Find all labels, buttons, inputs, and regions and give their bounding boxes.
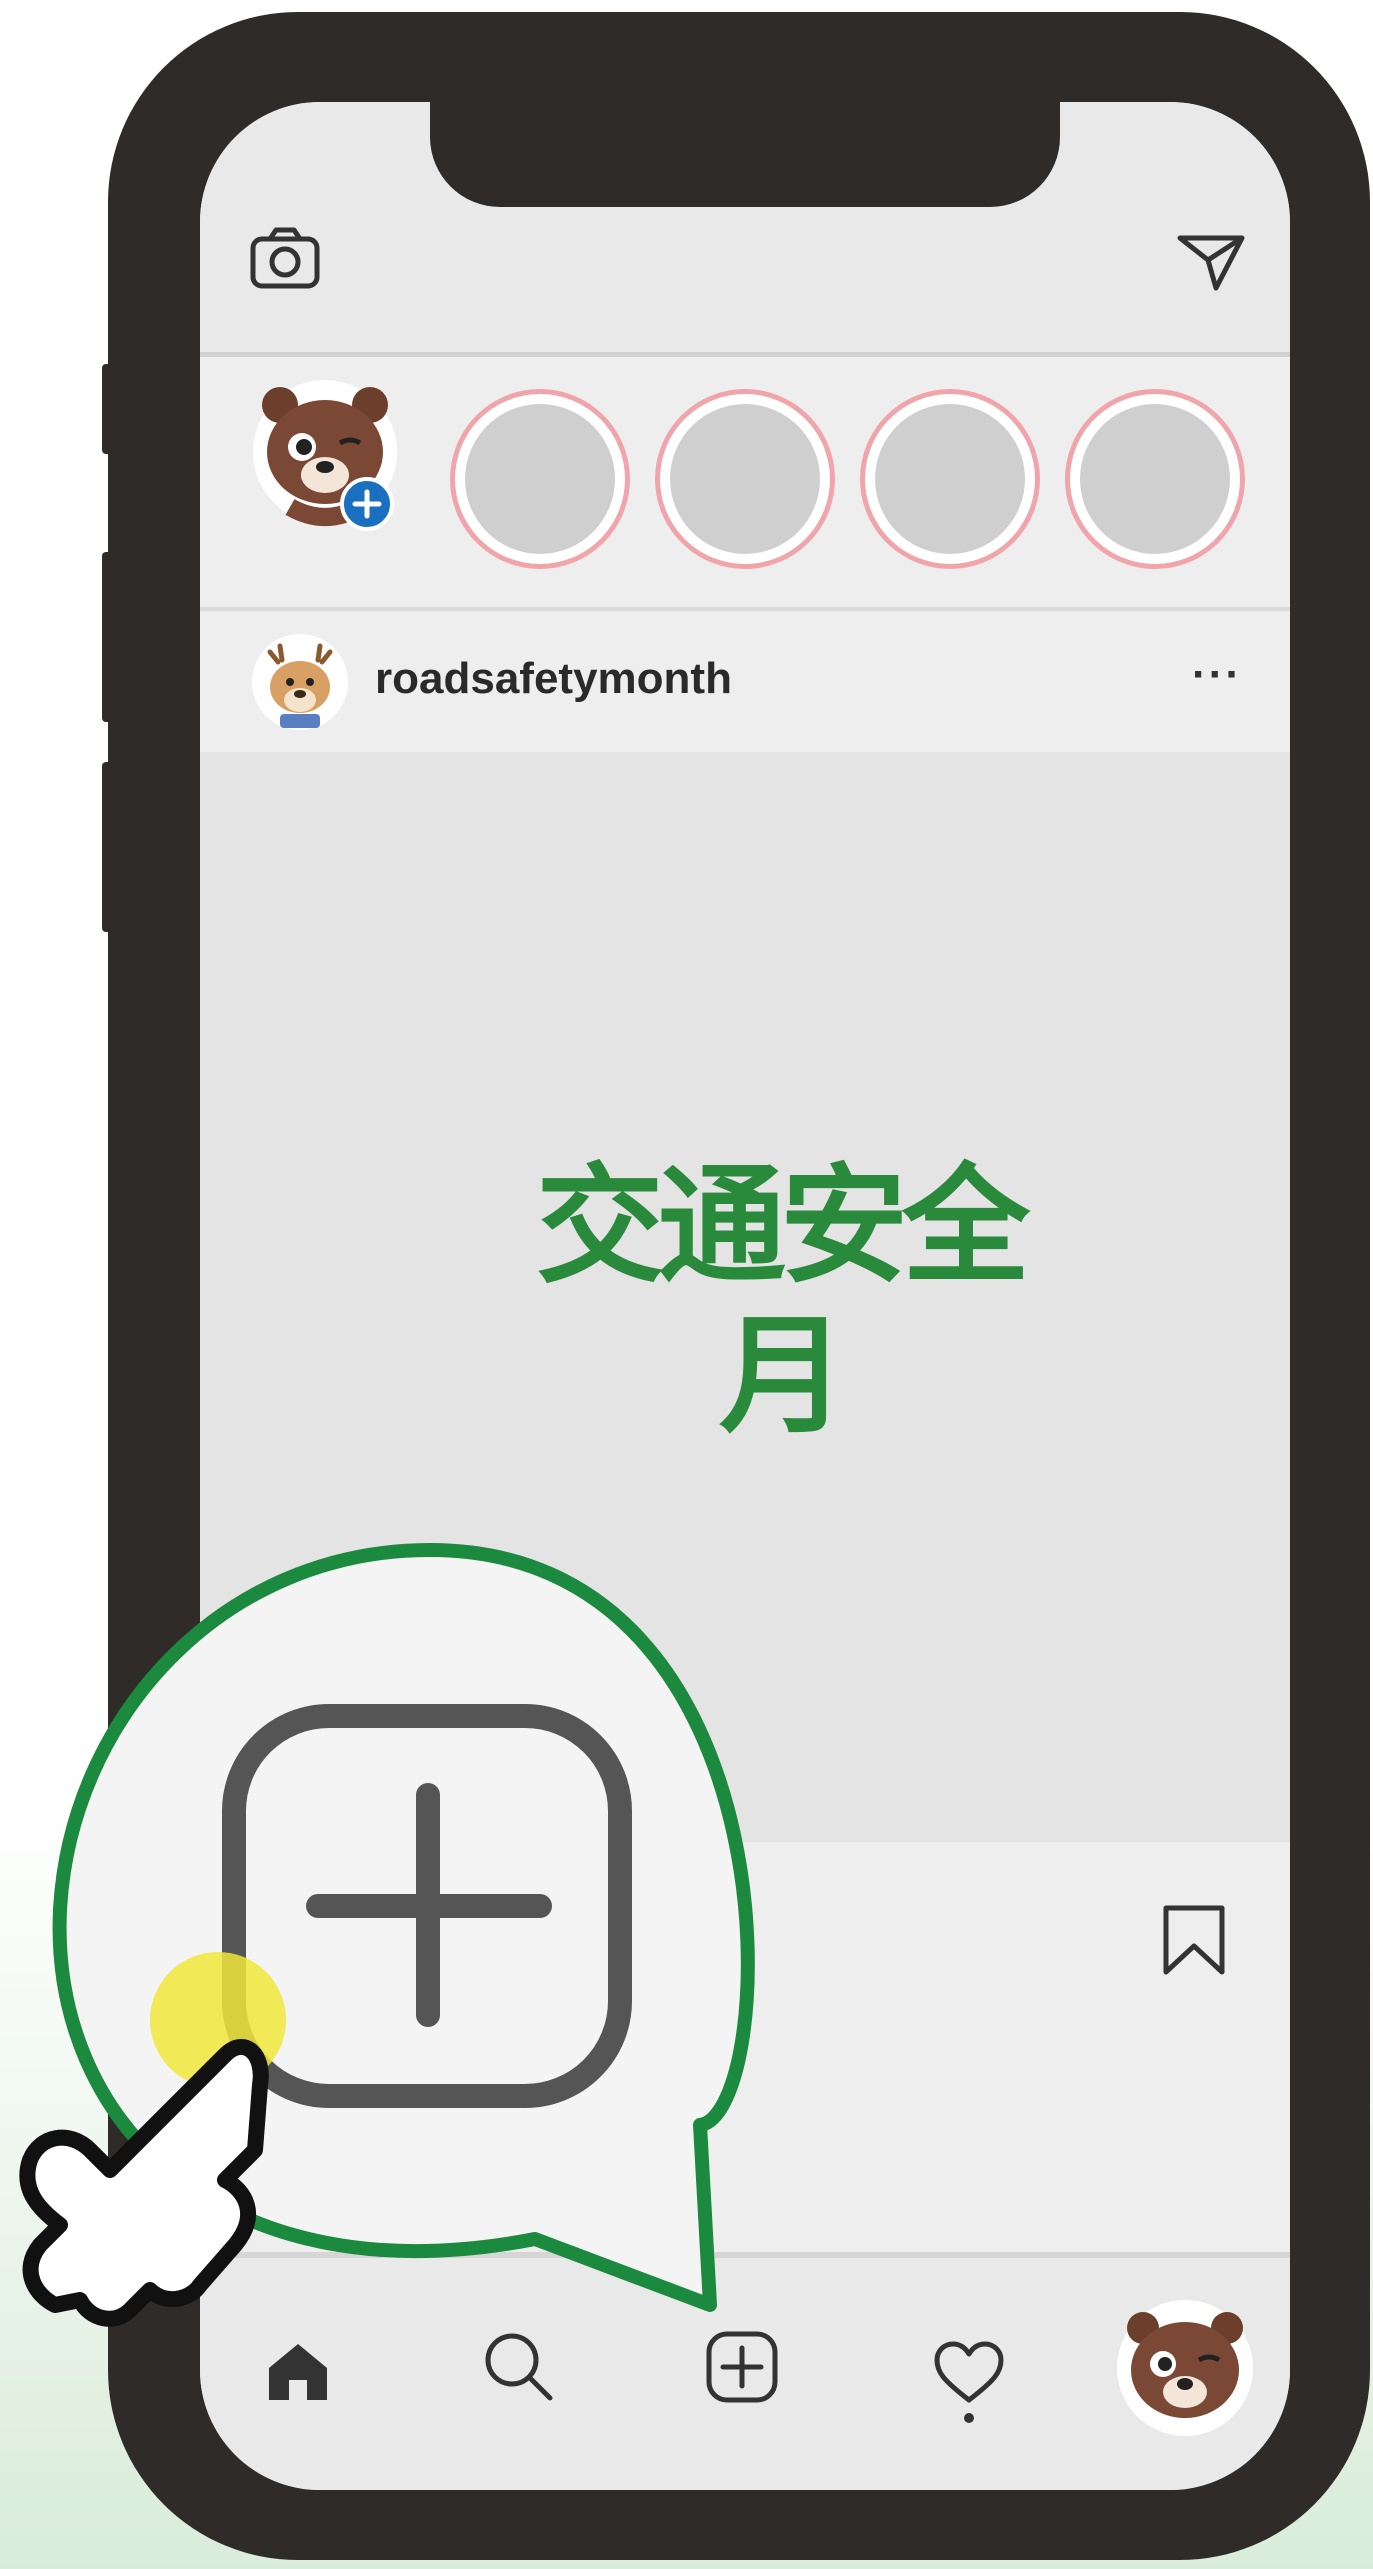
- zoom-callout: [19, 1543, 755, 2327]
